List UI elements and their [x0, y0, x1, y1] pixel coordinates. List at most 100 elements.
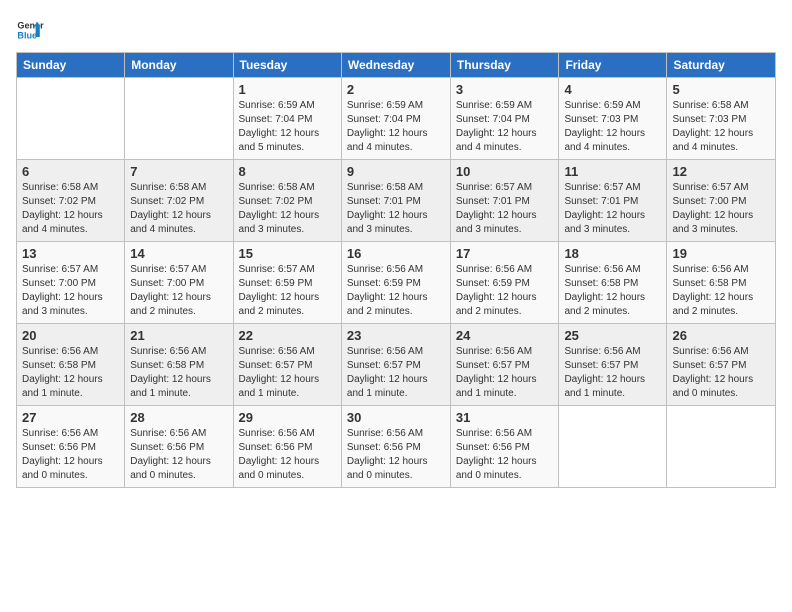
calendar-cell: 1Sunrise: 6:59 AM Sunset: 7:04 PM Daylig… — [233, 78, 341, 160]
calendar-cell: 4 Sunrise: 6:59 AM Sunset: 7:03 PM Daylig… — [559, 78, 667, 160]
cell-details: Sunrise: 6:59 AM Sunset: 7:04 PM Dayligh… — [347, 99, 445, 155]
calendar-cell: 8 Sunrise: 6:58 AM Sunset: 7:02 PM Daylig… — [233, 160, 341, 242]
day-number: 31 — [456, 410, 554, 425]
day-number: 11 — [564, 164, 661, 179]
calendar-cell — [125, 78, 233, 160]
calendar-cell — [17, 78, 125, 160]
day-number: 9 — [347, 164, 445, 179]
weekday-header: Tuesday — [233, 53, 341, 78]
day-number: 3 — [456, 82, 554, 97]
calendar-week-row: 20 Sunrise: 6:56 AM Sunset: 6:58 PM Dayli… — [17, 324, 776, 406]
calendar-cell: 24Sunrise: 6:56 AM Sunset: 6:57 PM Dayli… — [450, 324, 559, 406]
calendar-cell: 12 Sunrise: 6:57 AM Sunset: 7:00 PM Dayli… — [667, 160, 776, 242]
calendar-week-row: 27 Sunrise: 6:56 AM Sunset: 6:56 PM Dayli… — [17, 406, 776, 488]
calendar-cell: 7 Sunrise: 6:58 AM Sunset: 7:02 PM Daylig… — [125, 160, 233, 242]
calendar-cell — [559, 406, 667, 488]
calendar-cell: 16Sunrise: 6:56 AM Sunset: 6:59 PM Dayli… — [341, 242, 450, 324]
weekday-header: Saturday — [667, 53, 776, 78]
calendar-cell: 23 Sunrise: 6:56 AM Sunset: 6:57 PM Dayli… — [341, 324, 450, 406]
calendar-cell: 2 Sunrise: 6:59 AM Sunset: 7:04 PM Daylig… — [341, 78, 450, 160]
cell-details: Sunrise: 6:56 AM Sunset: 6:57 PM Dayligh… — [456, 345, 554, 401]
calendar-cell: 30Sunrise: 6:56 AM Sunset: 6:56 PM Dayli… — [341, 406, 450, 488]
cell-details: Sunrise: 6:58 AM Sunset: 7:03 PM Dayligh… — [672, 99, 770, 155]
cell-details: Sunrise: 6:56 AM Sunset: 6:58 PM Dayligh… — [564, 263, 661, 319]
day-number: 4 — [564, 82, 661, 97]
cell-details: Sunrise: 6:56 AM Sunset: 6:56 PM Dayligh… — [239, 427, 336, 483]
weekday-header: Monday — [125, 53, 233, 78]
calendar-header-row: SundayMondayTuesdayWednesdayThursdayFrid… — [17, 53, 776, 78]
day-number: 15 — [239, 246, 336, 261]
page-header: General Blue — [16, 16, 776, 44]
cell-details: Sunrise: 6:56 AM Sunset: 6:58 PM Dayligh… — [22, 345, 119, 401]
day-number: 28 — [130, 410, 227, 425]
calendar-cell: 26Sunrise: 6:56 AM Sunset: 6:57 PM Dayli… — [667, 324, 776, 406]
weekday-header: Wednesday — [341, 53, 450, 78]
calendar-cell: 21 Sunrise: 6:56 AM Sunset: 6:58 PM Dayli… — [125, 324, 233, 406]
day-number: 20 — [22, 328, 119, 343]
weekday-header: Thursday — [450, 53, 559, 78]
calendar-cell: 18 Sunrise: 6:56 AM Sunset: 6:58 PM Dayli… — [559, 242, 667, 324]
day-number: 27 — [22, 410, 119, 425]
calendar-cell — [667, 406, 776, 488]
cell-details: Sunrise: 6:57 AM Sunset: 7:00 PM Dayligh… — [130, 263, 227, 319]
cell-details: Sunrise: 6:58 AM Sunset: 7:02 PM Dayligh… — [239, 181, 336, 237]
calendar-table: SundayMondayTuesdayWednesdayThursdayFrid… — [16, 52, 776, 488]
calendar-cell: 9 Sunrise: 6:58 AM Sunset: 7:01 PM Daylig… — [341, 160, 450, 242]
cell-details: Sunrise: 6:57 AM Sunset: 7:01 PM Dayligh… — [456, 181, 554, 237]
calendar-cell: 11 Sunrise: 6:57 AM Sunset: 7:01 PM Dayli… — [559, 160, 667, 242]
calendar-cell: 29Sunrise: 6:56 AM Sunset: 6:56 PM Dayli… — [233, 406, 341, 488]
day-number: 2 — [347, 82, 445, 97]
calendar-week-row: 13 Sunrise: 6:57 AM Sunset: 7:00 PM Dayli… — [17, 242, 776, 324]
cell-details: Sunrise: 6:59 AM Sunset: 7:04 PM Dayligh… — [456, 99, 554, 155]
cell-details: Sunrise: 6:56 AM Sunset: 6:57 PM Dayligh… — [347, 345, 445, 401]
cell-details: Sunrise: 6:59 AM Sunset: 7:03 PM Dayligh… — [564, 99, 661, 155]
cell-details: Sunrise: 6:58 AM Sunset: 7:02 PM Dayligh… — [22, 181, 119, 237]
cell-details: Sunrise: 6:57 AM Sunset: 7:00 PM Dayligh… — [672, 181, 770, 237]
day-number: 18 — [564, 246, 661, 261]
day-number: 5 — [672, 82, 770, 97]
day-number: 8 — [239, 164, 336, 179]
cell-details: Sunrise: 6:56 AM Sunset: 6:58 PM Dayligh… — [130, 345, 227, 401]
cell-details: Sunrise: 6:56 AM Sunset: 6:56 PM Dayligh… — [456, 427, 554, 483]
calendar-cell: 14 Sunrise: 6:57 AM Sunset: 7:00 PM Dayli… — [125, 242, 233, 324]
cell-details: Sunrise: 6:56 AM Sunset: 6:56 PM Dayligh… — [22, 427, 119, 483]
cell-details: Sunrise: 6:56 AM Sunset: 6:56 PM Dayligh… — [347, 427, 445, 483]
weekday-header: Sunday — [17, 53, 125, 78]
calendar-cell: 27 Sunrise: 6:56 AM Sunset: 6:56 PM Dayli… — [17, 406, 125, 488]
calendar-cell: 25 Sunrise: 6:56 AM Sunset: 6:57 PM Dayli… — [559, 324, 667, 406]
calendar-cell: 15 Sunrise: 6:57 AM Sunset: 6:59 PM Dayli… — [233, 242, 341, 324]
day-number: 14 — [130, 246, 227, 261]
calendar-cell: 31 Sunrise: 6:56 AM Sunset: 6:56 PM Dayli… — [450, 406, 559, 488]
cell-details: Sunrise: 6:57 AM Sunset: 7:00 PM Dayligh… — [22, 263, 119, 319]
day-number: 16 — [347, 246, 445, 261]
cell-details: Sunrise: 6:56 AM Sunset: 6:57 PM Dayligh… — [239, 345, 336, 401]
day-number: 21 — [130, 328, 227, 343]
day-number: 12 — [672, 164, 770, 179]
day-number: 23 — [347, 328, 445, 343]
calendar-cell: 19Sunrise: 6:56 AM Sunset: 6:58 PM Dayli… — [667, 242, 776, 324]
calendar-cell: 3 Sunrise: 6:59 AM Sunset: 7:04 PM Daylig… — [450, 78, 559, 160]
calendar-week-row: 1 Sunrise: 6:59 AM Sunset: 7:04 PM Daylig… — [17, 78, 776, 160]
day-number: 17 — [456, 246, 554, 261]
weekday-header: Friday — [559, 53, 667, 78]
day-number: 25 — [564, 328, 661, 343]
cell-details: Sunrise: 6:57 AM Sunset: 6:59 PM Dayligh… — [239, 263, 336, 319]
cell-details: Sunrise: 6:57 AM Sunset: 7:01 PM Dayligh… — [564, 181, 661, 237]
svg-text:Blue: Blue — [17, 30, 37, 40]
cell-details: Sunrise: 6:56 AM Sunset: 6:57 PM Dayligh… — [564, 345, 661, 401]
logo: General Blue — [16, 16, 44, 44]
day-number: 13 — [22, 246, 119, 261]
calendar-cell: 28 Sunrise: 6:56 AM Sunset: 6:56 PM Dayli… — [125, 406, 233, 488]
day-number: 10 — [456, 164, 554, 179]
logo-icon: General Blue — [16, 16, 44, 44]
cell-details: Sunrise: 6:56 AM Sunset: 6:57 PM Dayligh… — [672, 345, 770, 401]
day-number: 6 — [22, 164, 119, 179]
cell-details: Sunrise: 6:56 AM Sunset: 6:56 PM Dayligh… — [130, 427, 227, 483]
cell-details: Sunrise: 6:58 AM Sunset: 7:02 PM Dayligh… — [130, 181, 227, 237]
cell-details: Sunrise: 6:58 AM Sunset: 7:01 PM Dayligh… — [347, 181, 445, 237]
day-number: 19 — [672, 246, 770, 261]
day-number: 7 — [130, 164, 227, 179]
calendar-cell: 17Sunrise: 6:56 AM Sunset: 6:59 PM Dayli… — [450, 242, 559, 324]
day-number: 1 — [239, 82, 336, 97]
calendar-cell: 22Sunrise: 6:56 AM Sunset: 6:57 PM Dayli… — [233, 324, 341, 406]
